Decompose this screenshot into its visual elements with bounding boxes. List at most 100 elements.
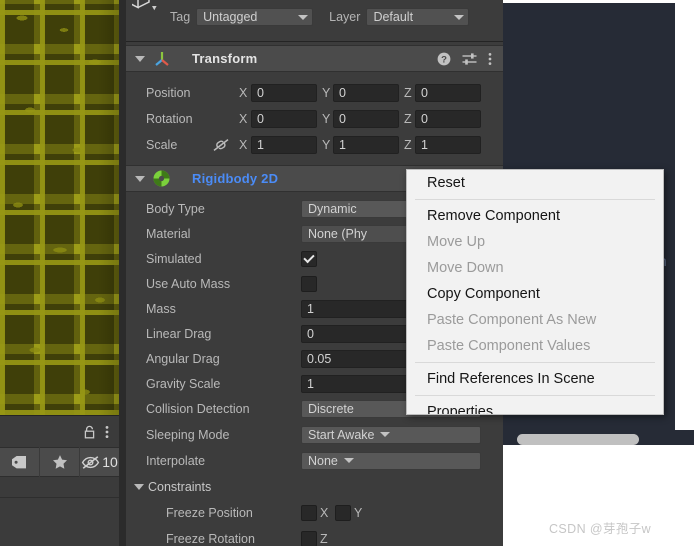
transform-axis-icon (153, 50, 171, 68)
scene-view-panel[interactable]: 10 (0, 0, 126, 546)
rigidbody2d-foldout-toggle[interactable] (132, 165, 148, 192)
freeze-position-x-label: X (320, 505, 329, 520)
code-horizontal-scrollbar[interactable] (517, 434, 639, 445)
transform-row-position: Position X 0 Y 0 Z 0 (126, 80, 503, 105)
lock-icon[interactable] (83, 425, 96, 439)
context-menu-separator (415, 199, 655, 200)
context-menu-item-move-down: Move Down (427, 260, 504, 276)
scene-panel-toolbar[interactable] (0, 415, 119, 447)
sleeping-mode-value: Start Awake (308, 427, 375, 442)
context-menu-item-copy-component[interactable]: Copy Component (407, 281, 663, 307)
constraints-label: Constraints (148, 479, 212, 494)
angular-drag-label: Angular Drag (146, 351, 220, 366)
use-auto-mass-checkbox[interactable] (301, 275, 317, 292)
tag-filter-button[interactable] (0, 447, 40, 477)
tag-layer-row: Tag Untagged Layer Default (170, 8, 470, 26)
axis-x-label: X (239, 137, 248, 152)
interpolate-dropdown[interactable]: None (301, 451, 481, 470)
tag-label: Tag (170, 10, 191, 24)
axis-y-label: Y (322, 111, 331, 126)
favorite-filter-button[interactable] (40, 447, 80, 477)
hidden-eye-icon (81, 455, 100, 470)
prefab-cube-icon (126, 0, 166, 22)
hidden-objects-button[interactable]: 10 (80, 447, 119, 477)
interpolate-value: None (308, 453, 338, 468)
watermark: CSDN @芽孢子w (549, 522, 652, 536)
simulated-checkbox[interactable] (301, 250, 317, 267)
freeze-position-y-checkbox[interactable] (335, 504, 351, 521)
transform-header-icons: ? (437, 52, 503, 66)
body-type-label: Body Type (146, 201, 205, 216)
scene-panel-body (0, 477, 119, 546)
context-menu-item-properties[interactable]: Properties... (407, 399, 663, 414)
tag-dropdown[interactable]: Untagged (196, 8, 314, 26)
freeze-rotation-label: Freeze Rotation (166, 531, 255, 546)
scale-z-field[interactable]: 1 (415, 135, 481, 154)
freeze-position-x-checkbox[interactable] (301, 504, 317, 521)
mass-label: Mass (146, 301, 176, 316)
constrain-proportions-off-icon[interactable] (212, 138, 230, 152)
kebab-menu-icon[interactable] (105, 425, 109, 439)
rb-row-freeze-rotation: Freeze Rotation Z (126, 526, 503, 546)
chevron-down-icon (454, 14, 465, 20)
kebab-menu-icon[interactable] (488, 52, 492, 66)
simulated-label: Simulated (146, 251, 202, 266)
context-menu-item-reset[interactable]: Reset (407, 170, 663, 196)
panel-gutter (119, 0, 126, 546)
component-header-transform[interactable]: Transform ? (126, 45, 503, 72)
code-editor-right-surface (675, 0, 694, 430)
tilemap-texture[interactable] (0, 0, 119, 415)
svg-text:?: ? (441, 54, 447, 65)
context-menu-separator (415, 362, 655, 363)
position-y-field[interactable]: 0 (333, 83, 399, 102)
axis-y-label: Y (322, 137, 331, 152)
help-icon[interactable]: ? (437, 52, 451, 66)
axis-x-label: X (239, 111, 248, 126)
layer-value: Default (373, 10, 414, 24)
context-menu-item-paste-component-as-new: Paste Component As New (427, 312, 597, 328)
use-auto-mass-label: Use Auto Mass (146, 276, 231, 291)
sleeping-mode-dropdown[interactable]: Start Awake (301, 425, 481, 444)
inspector-header: Tag Untagged Layer Default (126, 0, 503, 42)
divider (0, 497, 119, 498)
rigidbody2d-icon (152, 169, 171, 188)
position-x-field[interactable]: 0 (251, 83, 317, 102)
scale-y-field[interactable]: 1 (333, 135, 399, 154)
rotation-y-field[interactable]: 0 (333, 109, 399, 128)
code-editor-top-edge (503, 0, 694, 3)
position-label: Position (146, 85, 191, 100)
position-z-field[interactable]: 0 (415, 83, 481, 102)
unity-editor-screenshot: 10 ct #C" false 10 m (0, 0, 694, 546)
interpolate-label: Interpolate (146, 453, 206, 468)
component-title-transform: Transform (192, 51, 258, 66)
transform-row-rotation: Rotation X 0 Y 0 Z 0 (126, 106, 503, 131)
rb-row-constraints[interactable]: Constraints (126, 474, 503, 499)
transform-foldout-toggle[interactable] (132, 45, 148, 72)
rb-row-sleeping-mode: Sleeping Mode Start Awake (126, 422, 503, 447)
hidden-objects-count: 10 (102, 454, 118, 470)
gravity-scale-label: Gravity Scale (146, 376, 221, 391)
context-menu-item-move-up: Move Up (427, 234, 486, 250)
axis-y-label: Y (322, 85, 331, 100)
context-menu-item-find-references-in-scene[interactable]: Find References In Scene (407, 366, 663, 392)
freeze-rotation-z-checkbox[interactable] (301, 530, 317, 546)
axis-z-label: Z (404, 111, 412, 126)
chevron-down-icon (298, 14, 309, 20)
rotation-label: Rotation (146, 111, 193, 126)
freeze-position-y-label: Y (354, 505, 363, 520)
material-label: Material (146, 226, 191, 241)
rotation-z-field[interactable]: 0 (415, 109, 481, 128)
context-menu-item-remove-component[interactable]: Remove Component (407, 203, 663, 229)
constraints-foldout-icon[interactable] (134, 484, 144, 490)
layer-dropdown[interactable]: Default (366, 8, 470, 26)
context-menu-item-paste-component-values: Paste Component Values (427, 338, 591, 354)
rotation-x-field[interactable]: 0 (251, 109, 317, 128)
preset-icon[interactable] (462, 52, 477, 66)
component-context-menu[interactable]: Reset Remove Component Move Up Move Down… (406, 169, 664, 415)
scale-x-field[interactable]: 1 (251, 135, 317, 154)
collision-detection-label: Collision Detection (146, 401, 250, 416)
scene-filter-toolbar[interactable]: 10 (0, 447, 119, 477)
chevron-down-icon (380, 432, 391, 437)
layer-label: Layer (329, 10, 361, 24)
linear-drag-label: Linear Drag (146, 326, 212, 341)
